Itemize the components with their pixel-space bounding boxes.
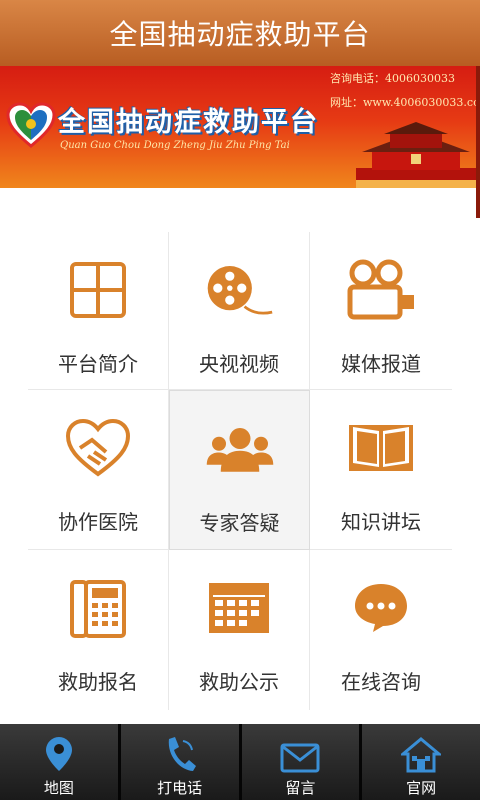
- menu-item-label: 专家答疑: [199, 511, 280, 535]
- envelope-icon: [280, 743, 320, 773]
- telephone-icon: [63, 576, 133, 640]
- menu-item-aid-signup[interactable]: 救助报名: [28, 550, 169, 710]
- calendar-icon: [204, 576, 274, 640]
- menu-item-aid-announcement[interactable]: 救助公示: [169, 550, 310, 710]
- phone-icon: [168, 737, 196, 771]
- banner-subtitle: Quan Guo Chou Dong Zheng Jiu Zhu Ping Ta…: [60, 140, 290, 151]
- menu-item-online-consult[interactable]: 在线咨询: [310, 550, 452, 710]
- menu-item-cctv-video[interactable]: 央视视频: [169, 232, 310, 390]
- map-pin-icon: [45, 737, 72, 771]
- chat-bubble-icon: [346, 576, 416, 640]
- banner-edge: [476, 66, 480, 218]
- menu-grid: 平台简介 央视视频 媒体报道 协作医院 专家答疑 知识讲坛 救助报名 救助公示 …: [28, 232, 452, 710]
- menu-item-label: 知识讲坛: [341, 510, 421, 534]
- menu-item-media-reports[interactable]: 媒体报道: [310, 232, 452, 390]
- heart-logo-icon: [6, 102, 56, 148]
- banner-website: 网址：www.4006030033.com: [330, 96, 476, 109]
- tab-website[interactable]: 官网: [362, 724, 480, 800]
- page-title: 全国抽动症救助平台: [109, 18, 371, 51]
- grid-icon: [63, 258, 133, 322]
- tab-label: 留言: [285, 779, 316, 797]
- tab-call[interactable]: 打电话: [120, 724, 242, 800]
- menu-item-partner-hospitals[interactable]: 协作医院: [28, 390, 169, 550]
- tab-map[interactable]: 地图: [0, 724, 121, 800]
- menu-item-platform-intro[interactable]: 平台简介: [28, 232, 169, 390]
- open-book-icon: [346, 416, 416, 480]
- menu-item-label: 救助公示: [199, 670, 279, 694]
- menu-item-label: 协作医院: [58, 510, 138, 534]
- banner-title: 全国抽动症救助平台: [58, 107, 319, 138]
- handshake-icon: [63, 416, 133, 480]
- app-header: 全国抽动症救助平台: [0, 0, 480, 66]
- menu-item-label: 平台简介: [58, 352, 138, 376]
- tab-label: 打电话: [157, 779, 203, 797]
- menu-item-expert-qa[interactable]: 专家答疑: [169, 390, 310, 550]
- banner-phone: 咨询电话：4006030033: [330, 72, 455, 85]
- menu-item-knowledge-forum[interactable]: 知识讲坛: [310, 390, 452, 550]
- menu-item-label: 救助报名: [58, 670, 138, 694]
- menu-item-label: 在线咨询: [341, 670, 421, 694]
- tab-message[interactable]: 留言: [241, 724, 363, 800]
- video-camera-icon: [346, 258, 416, 322]
- menu-item-label: 央视视频: [199, 352, 279, 376]
- home-icon: [401, 737, 442, 773]
- tab-label: 官网: [406, 779, 437, 797]
- menu-item-label: 媒体报道: [341, 352, 421, 376]
- banner[interactable]: 全国抽动症救助平台 Quan Guo Chou Dong Zheng Jiu Z…: [0, 66, 476, 188]
- bottom-tab-bar: 地图 打电话 留言 官网: [0, 724, 480, 800]
- people-group-icon: [205, 417, 275, 481]
- film-reel-icon: [204, 258, 274, 322]
- tab-label: 地图: [43, 779, 74, 797]
- tiananmen-gate-icon: [356, 122, 476, 188]
